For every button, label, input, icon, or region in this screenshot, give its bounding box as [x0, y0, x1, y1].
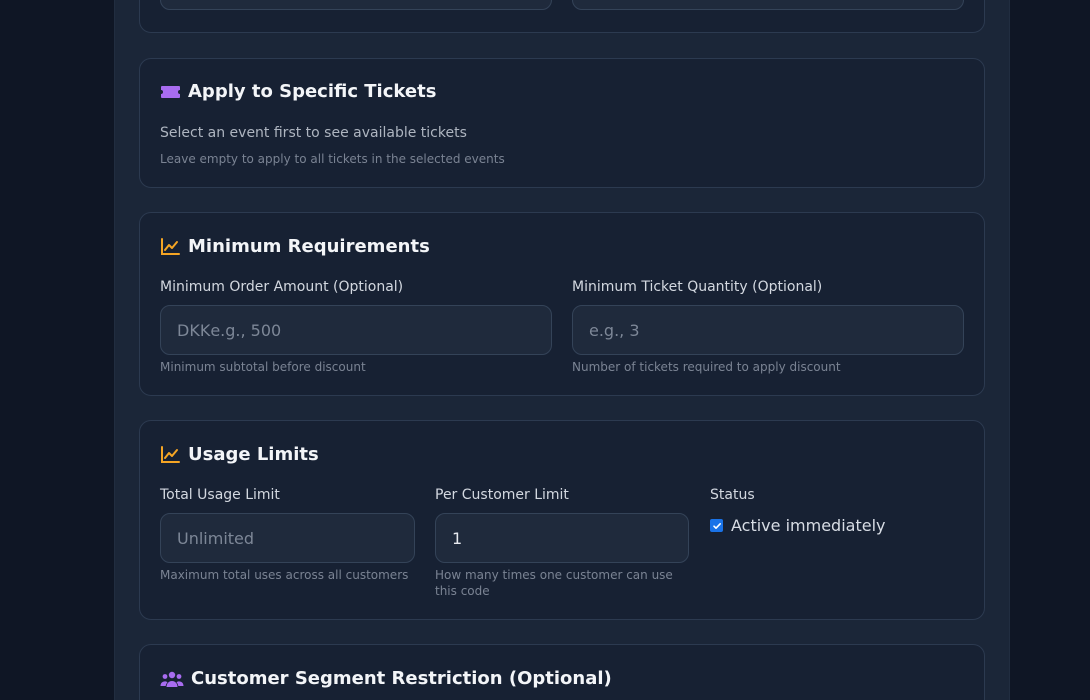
check-icon	[712, 522, 721, 529]
specific-tickets-card: Apply to Specific Tickets Select an even…	[139, 58, 985, 188]
min-order-input[interactable]: DKK	[160, 305, 552, 355]
per-customer-input[interactable]	[435, 513, 689, 563]
specific-tickets-title: Apply to Specific Tickets	[160, 81, 436, 102]
min-qty-field[interactable]	[589, 320, 963, 340]
previous-section-card	[139, 0, 985, 33]
status-label: Status	[710, 487, 755, 503]
active-checkbox[interactable]	[710, 519, 723, 532]
customer-segment-title: Customer Segment Restriction (Optional)	[160, 668, 612, 689]
active-immediately-toggle[interactable]: Active immediately	[710, 516, 885, 535]
chart-line-icon	[160, 445, 182, 465]
total-usage-input[interactable]	[160, 513, 415, 563]
minimum-requirements-title: Minimum Requirements	[160, 236, 430, 257]
total-usage-help: Maximum total uses across all customers	[160, 568, 409, 582]
minimum-requirements-card: Minimum Requirements Minimum Order Amoun…	[139, 212, 985, 396]
active-checkbox-label: Active immediately	[731, 516, 886, 535]
users-icon	[160, 669, 186, 689]
min-order-field[interactable]	[210, 320, 551, 340]
usage-limits-title: Usage Limits	[160, 444, 319, 465]
specific-tickets-title-text: Apply to Specific Tickets	[188, 81, 437, 102]
minimum-requirements-title-text: Minimum Requirements	[188, 236, 430, 257]
per-customer-help: How many times one customer can use this…	[435, 568, 673, 598]
min-order-help: Minimum subtotal before discount	[160, 360, 366, 374]
per-customer-field[interactable]	[452, 528, 688, 548]
currency-prefix: DKK	[177, 320, 211, 340]
customer-segment-card: Customer Segment Restriction (Optional)	[139, 644, 985, 700]
total-usage-field[interactable]	[177, 528, 414, 548]
min-qty-help: Number of tickets required to apply disc…	[572, 360, 841, 374]
tickets-help: Leave empty to apply to all tickets in t…	[160, 152, 505, 166]
per-customer-label: Per Customer Limit	[435, 487, 569, 503]
chart-line-icon	[160, 237, 182, 257]
min-qty-label: Minimum Ticket Quantity (Optional)	[572, 279, 823, 295]
previous-left-input[interactable]	[160, 0, 552, 10]
min-order-label: Minimum Order Amount (Optional)	[160, 279, 404, 295]
total-usage-label: Total Usage Limit	[160, 487, 280, 503]
ticket-icon	[160, 82, 182, 102]
usage-limits-title-text: Usage Limits	[188, 444, 319, 465]
min-qty-input[interactable]	[572, 305, 964, 355]
page: Apply to Specific Tickets Select an even…	[0, 0, 1090, 700]
usage-limits-card: Usage Limits Total Usage Limit Maximum t…	[139, 420, 985, 620]
tickets-message: Select an event first to see available t…	[160, 125, 467, 141]
previous-right-input[interactable]	[572, 0, 964, 10]
customer-segment-title-text: Customer Segment Restriction (Optional)	[191, 668, 612, 689]
